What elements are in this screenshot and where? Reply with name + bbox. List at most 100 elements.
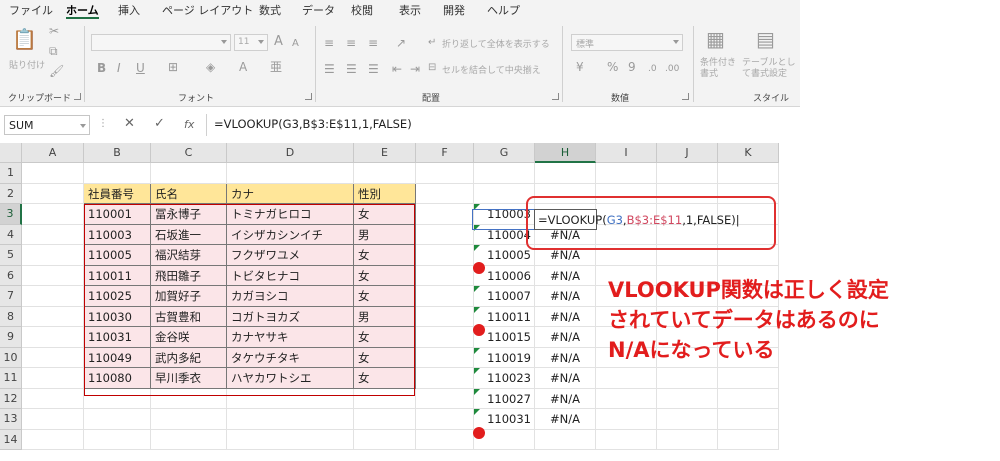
lookup-id-cell[interactable]: 110005: [474, 245, 535, 266]
na-result-cell[interactable]: #N/A: [535, 388, 596, 409]
row-header-2[interactable]: 2: [0, 183, 22, 204]
grid-cell[interactable]: [416, 429, 474, 450]
tab-view[interactable]: 表示: [399, 2, 421, 18]
decrease-indent-icon[interactable]: ⇤: [392, 62, 402, 76]
table-row-cell[interactable]: 金谷咲: [151, 327, 227, 348]
grid-cell[interactable]: [657, 163, 718, 184]
grid-cell[interactable]: [151, 163, 227, 184]
table-row-cell[interactable]: 飛田雛子: [151, 265, 227, 286]
column-header-g[interactable]: G: [474, 143, 535, 163]
grid-cell[interactable]: [151, 388, 227, 409]
tab-home[interactable]: ホーム: [66, 2, 99, 19]
grid-cell[interactable]: [718, 429, 779, 450]
row-header-10[interactable]: 10: [0, 347, 22, 368]
grid-cell[interactable]: [84, 429, 151, 450]
table-row-cell[interactable]: 女: [354, 204, 416, 225]
grid-cell[interactable]: [535, 183, 596, 204]
insert-function-icon[interactable]: fx: [184, 118, 194, 131]
na-result-cell[interactable]: #N/A: [535, 368, 596, 389]
grow-font-button[interactable]: A: [274, 35, 283, 49]
grid-cell[interactable]: [354, 388, 416, 409]
column-header-f[interactable]: F: [416, 143, 474, 163]
table-row-cell[interactable]: タケウチタキ: [227, 347, 354, 368]
grid-cell[interactable]: [416, 163, 474, 184]
cancel-icon[interactable]: ✕: [124, 116, 135, 131]
cut-icon[interactable]: ✂: [49, 24, 59, 38]
clipboard-launcher-icon[interactable]: [74, 93, 81, 100]
fill-color-icon[interactable]: ◈: [206, 60, 215, 74]
grid-cell[interactable]: [596, 163, 657, 184]
column-header-b[interactable]: B: [84, 143, 151, 163]
table-row-cell[interactable]: 冨永博子: [151, 204, 227, 225]
lookup-id-cell[interactable]: 110011: [474, 306, 535, 327]
grid-cell[interactable]: [22, 409, 84, 430]
table-row-cell[interactable]: 男: [354, 306, 416, 327]
currency-icon[interactable]: ¥: [576, 60, 584, 74]
row-header-11[interactable]: 11: [0, 368, 22, 389]
row-header-14[interactable]: 14: [0, 429, 22, 450]
table-row-cell[interactable]: 女: [354, 245, 416, 266]
table-row-cell[interactable]: 110031: [84, 327, 151, 348]
grid-cell[interactable]: [718, 163, 779, 184]
table-row-cell[interactable]: 古賀豊和: [151, 306, 227, 327]
column-header-i[interactable]: I: [596, 143, 657, 163]
lookup-id-cell[interactable]: 110023: [474, 368, 535, 389]
lookup-id-cell[interactable]: 110007: [474, 286, 535, 307]
grid-cell[interactable]: [657, 245, 718, 266]
table-header-cell[interactable]: 氏名: [151, 183, 227, 204]
column-header-d[interactable]: D: [227, 143, 354, 163]
align-bottom-icon[interactable]: ≡: [368, 36, 378, 50]
row-header-12[interactable]: 12: [0, 388, 22, 409]
paste-button[interactable]: 貼り付け: [9, 58, 45, 71]
lookup-id-cell[interactable]: 110027: [474, 388, 535, 409]
table-row-cell[interactable]: フクザワユメ: [227, 245, 354, 266]
na-result-cell[interactable]: #N/A: [535, 347, 596, 368]
row-header-8[interactable]: 8: [0, 306, 22, 327]
grid-cell[interactable]: [596, 224, 657, 245]
grid-cell[interactable]: [416, 245, 474, 266]
na-result-cell[interactable]: #N/A: [535, 306, 596, 327]
tab-review[interactable]: 校閲: [351, 2, 373, 18]
borders-icon[interactable]: ⊞: [168, 60, 178, 74]
grid-cell[interactable]: [474, 163, 535, 184]
number-launcher-icon[interactable]: [682, 93, 689, 100]
table-row-cell[interactable]: 武内多紀: [151, 347, 227, 368]
formula-bar-resize-handle[interactable]: ⋮: [98, 118, 108, 129]
paste-icon[interactable]: 📋: [12, 28, 37, 50]
grid-cell[interactable]: [718, 388, 779, 409]
grid-cell[interactable]: [657, 183, 718, 204]
formula-input[interactable]: =VLOOKUP(G3,B$3:E$11,1,FALSE): [214, 117, 412, 131]
comma-style-button[interactable]: 9: [628, 60, 636, 74]
grid-cell[interactable]: [22, 224, 84, 245]
percent-button[interactable]: %: [607, 60, 618, 74]
grid-cell[interactable]: [227, 429, 354, 450]
table-row-cell[interactable]: 加賀好子: [151, 286, 227, 307]
table-row-cell[interactable]: 男: [354, 224, 416, 245]
grid-cell[interactable]: [416, 327, 474, 348]
grid-cell[interactable]: [151, 409, 227, 430]
cell-h3-formula[interactable]: =VLOOKUP(G3,B$3:E$11,1,FALSE)|: [538, 213, 740, 227]
grid-cell[interactable]: [718, 183, 779, 204]
table-header-cell[interactable]: カナ: [227, 183, 354, 204]
grid-cell[interactable]: [718, 409, 779, 430]
tab-formulas[interactable]: 数式: [259, 2, 281, 18]
table-row-cell[interactable]: 女: [354, 347, 416, 368]
table-row-cell[interactable]: カナヤサキ: [227, 327, 354, 348]
font-color-button[interactable]: A: [239, 60, 247, 74]
grid-cell[interactable]: [22, 429, 84, 450]
tab-page-layout[interactable]: ページ レイアウト: [162, 2, 253, 18]
na-result-cell[interactable]: #N/A: [535, 409, 596, 430]
enter-icon[interactable]: ✓: [154, 116, 165, 131]
lookup-id-cell[interactable]: 110019: [474, 347, 535, 368]
grid-cell[interactable]: [22, 245, 84, 266]
table-row-cell[interactable]: 女: [354, 368, 416, 389]
table-row-cell[interactable]: 早川季衣: [151, 368, 227, 389]
table-row-cell[interactable]: 福沢結芽: [151, 245, 227, 266]
font-launcher-icon[interactable]: [305, 93, 312, 100]
grid-cell[interactable]: [657, 409, 718, 430]
column-header-c[interactable]: C: [151, 143, 227, 163]
grid-cell[interactable]: [354, 429, 416, 450]
grid-cell[interactable]: [416, 204, 474, 225]
grid-cell[interactable]: [416, 224, 474, 245]
name-box[interactable]: SUM: [4, 115, 90, 135]
